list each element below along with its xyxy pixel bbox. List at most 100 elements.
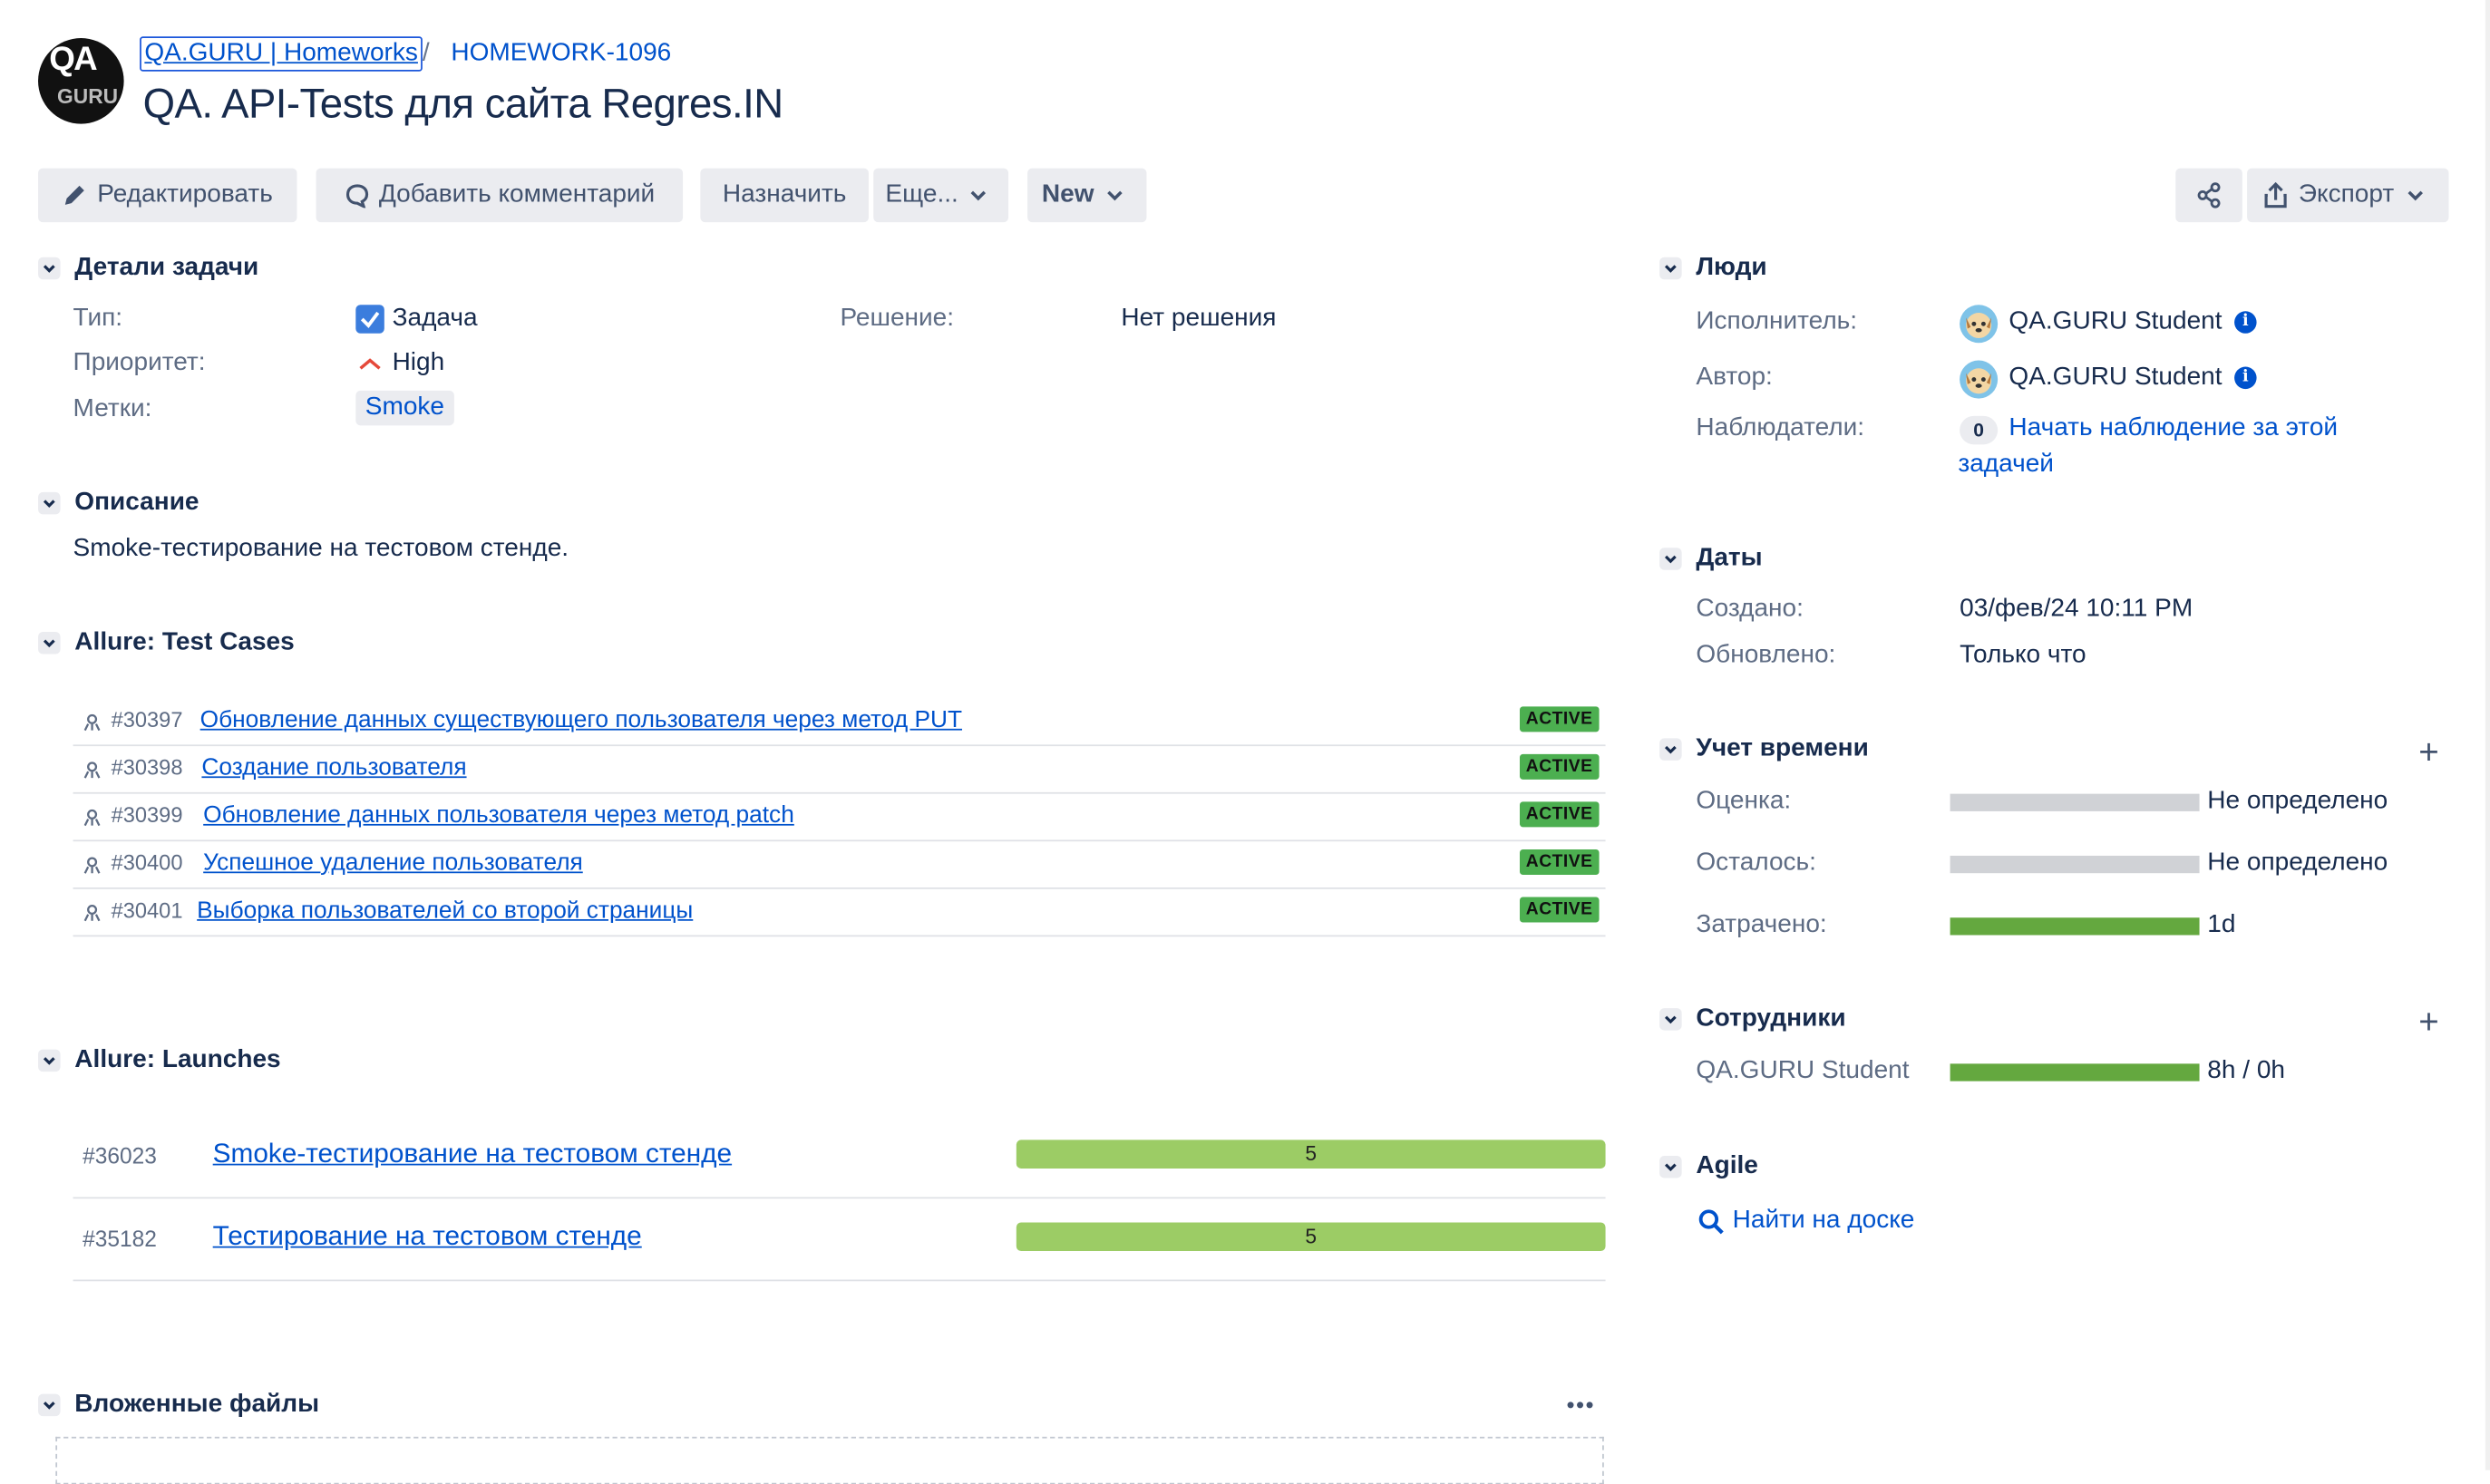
people-section-header[interactable]: Люди (1659, 254, 1767, 283)
breadcrumb-separator: / (422, 39, 430, 67)
task-checkbox-icon (355, 305, 384, 334)
assign-button-label: Назначить (722, 180, 847, 209)
status-badge: ACTIVE (1519, 801, 1600, 828)
staff-bar (1950, 1063, 2200, 1081)
info-icon[interactable]: i (2234, 311, 2257, 334)
more-button[interactable]: Еще... (873, 168, 1009, 223)
project-avatar[interactable]: QA GURU (38, 38, 124, 124)
agile-section-header[interactable]: Agile (1659, 1152, 1758, 1181)
test-case-icon (83, 857, 101, 874)
test-case-link[interactable]: Выборка пользователей со второй страницы (197, 897, 693, 924)
test-cases-section-header[interactable]: Allure: Test Cases (38, 629, 295, 658)
test-case-link[interactable]: Успешное удаление пользователя (203, 849, 583, 877)
watchers-count-badge: 0 (1960, 415, 1999, 445)
estimate-bar (1950, 793, 2200, 811)
launch-progress-bar: 5 (1016, 1222, 1606, 1252)
chevron-down-icon (38, 1049, 61, 1072)
breadcrumb-project-link[interactable]: QA.GURU | Homeworks (140, 36, 423, 72)
watch-link[interactable]: Начать наблюдение за этой (2009, 414, 2338, 443)
test-case-id: #30401 (111, 898, 183, 923)
test-case-link[interactable]: Обновление данных пользователя через мет… (203, 801, 794, 829)
priority-high-icon (359, 358, 381, 370)
share-button[interactable] (2175, 168, 2242, 223)
issue-title: QA. API-Tests для сайта Regres.IN (142, 79, 784, 128)
chevron-down-icon (38, 257, 61, 280)
more-options-icon[interactable] (1566, 1401, 1595, 1411)
logged-label: Затрачено: (1696, 911, 1827, 939)
logo-text: QA (49, 41, 97, 78)
test-case-link[interactable]: Обновление данных существующего пользова… (200, 706, 962, 733)
assign-button[interactable]: Назначить (700, 168, 869, 223)
description-heading: Описание (74, 489, 199, 517)
status-button[interactable]: New (1027, 168, 1147, 223)
details-section-header[interactable]: Детали задачи (38, 254, 258, 283)
export-button[interactable]: Экспорт (2247, 168, 2449, 223)
issue-page: QA GURU QA.GURU | Homeworks / HOMEWORK-1… (0, 0, 2490, 1484)
details-heading: Детали задачи (74, 254, 259, 281)
chevron-down-icon (38, 491, 61, 515)
staff-name: QA.GURU Student (1696, 1057, 1910, 1085)
info-icon[interactable]: i (2234, 366, 2257, 390)
remaining-value: Не определено (2207, 849, 2388, 877)
export-icon (2265, 181, 2288, 209)
status-badge: ACTIVE (1519, 897, 1600, 923)
chevron-down-icon (971, 190, 987, 201)
launches-section-header[interactable]: Allure: Launches (38, 1046, 281, 1075)
avatar (1960, 360, 1999, 399)
time-tracking-heading: Учет времени (1696, 734, 1869, 762)
launch-row: #36023 Smoke-тестирование на тестовом ст… (73, 1116, 1606, 1199)
test-cases-heading: Allure: Test Cases (74, 628, 295, 656)
test-case-row: #30399 Обновление данных пользователя че… (73, 794, 1606, 842)
logo-subtext: GURU (57, 83, 119, 109)
pencil-icon (65, 185, 85, 205)
comment-icon (345, 184, 368, 209)
agile-heading: Agile (1696, 1152, 1758, 1180)
description-section-header[interactable]: Описание (38, 489, 199, 518)
labels-label: Метки: (73, 395, 152, 422)
description-text: Smoke-тестирование на тестовом стенде. (73, 535, 569, 562)
test-case-link[interactable]: Создание пользователя (201, 754, 466, 781)
status-badge: ACTIVE (1519, 706, 1600, 732)
remaining-label: Осталось: (1696, 849, 1816, 877)
add-staff-icon[interactable]: + (2418, 1004, 2439, 1041)
breadcrumb-issue-link[interactable]: HOMEWORK-1096 (451, 40, 671, 69)
assignee-name[interactable]: QA.GURU Student (2009, 308, 2222, 337)
chevron-down-icon (1659, 738, 1682, 761)
test-case-icon (83, 809, 101, 827)
test-case-row: #30401 Выборка пользователей со второй с… (73, 889, 1606, 937)
estimate-label: Оценка: (1696, 787, 1792, 815)
scrollbar[interactable] (2485, 0, 2490, 1470)
find-on-board-link[interactable]: Найти на доске (1733, 1207, 1915, 1236)
attachments-dropzone[interactable] (55, 1436, 1604, 1484)
assignee-label: Исполнитель: (1696, 307, 1858, 335)
type-label: Тип: (73, 305, 123, 333)
attachments-section-header[interactable]: Вложенные файлы (38, 1391, 319, 1420)
test-case-id: #30398 (111, 755, 183, 780)
dates-section-header[interactable]: Даты (1659, 545, 1763, 574)
edit-button-label: Редактировать (97, 180, 273, 209)
type-value: Задача (392, 305, 478, 333)
add-comment-button[interactable]: Добавить комментарий (316, 168, 684, 223)
chevron-down-icon (1107, 190, 1123, 201)
launch-id: #36023 (83, 1142, 157, 1169)
priority-value: High (392, 349, 445, 377)
add-comment-button-label: Добавить комментарий (378, 180, 656, 209)
time-tracking-section-header[interactable]: Учет времени (1659, 735, 1869, 764)
updated-value: Только что (1960, 641, 2086, 669)
staff-section-header[interactable]: Сотрудники (1659, 1004, 1846, 1034)
launch-link[interactable]: Smoke-тестирование на тестовом стенде (213, 1139, 732, 1170)
reporter-name[interactable]: QA.GURU Student (2009, 364, 2222, 393)
chevron-down-icon (1659, 548, 1682, 570)
add-time-icon[interactable]: + (2418, 734, 2439, 771)
watch-link-continued[interactable]: задачей (1958, 451, 2054, 480)
launches-heading: Allure: Launches (74, 1046, 281, 1073)
test-case-icon (83, 761, 101, 779)
staff-heading: Сотрудники (1696, 1004, 1846, 1033)
updated-label: Обновлено: (1696, 641, 1836, 669)
test-case-row: #30397 Обновление данных существующего п… (73, 699, 1606, 747)
launch-progress-bar: 5 (1016, 1140, 1606, 1169)
avatar (1960, 305, 1999, 344)
launch-link[interactable]: Тестирование на тестовом стенде (213, 1221, 642, 1253)
edit-button[interactable]: Редактировать (38, 168, 297, 223)
label-tag[interactable]: Smoke (355, 390, 454, 426)
